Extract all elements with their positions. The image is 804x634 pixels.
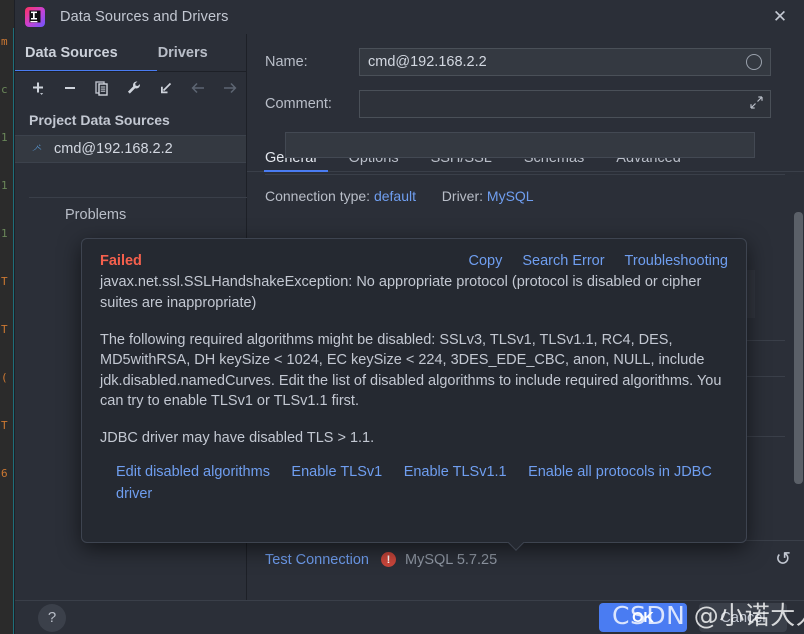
status-circle-icon (746, 54, 762, 70)
name-input-value: cmd@192.168.2.2 (368, 54, 487, 70)
close-icon[interactable]: ✕ (763, 4, 797, 30)
error-paragraph: JDBC driver may have disabled TLS > 1.1. (100, 430, 375, 446)
name-label: Name: (265, 54, 308, 70)
pane-tabs: Data Sources Drivers (15, 34, 247, 72)
tab-data-sources[interactable]: Data Sources (25, 45, 118, 61)
sidebar-item-cmd-datasource[interactable]: cmd@192.168.2.2 (15, 135, 246, 163)
import-button[interactable] (155, 77, 177, 99)
forward-button[interactable] (219, 77, 241, 99)
intellij-idea-logo-icon (24, 6, 46, 28)
sidebar-item-label: cmd@192.168.2.2 (54, 141, 173, 157)
search-error-link[interactable]: Search Error (522, 253, 604, 269)
enable-tlsv1-link[interactable]: Enable TLSv1 (291, 464, 382, 480)
duplicate-button[interactable] (91, 77, 113, 99)
test-connection-button[interactable]: Test Connection (265, 552, 369, 568)
tab-drivers[interactable]: Drivers (158, 45, 208, 61)
dialog-title: Data Sources and Drivers (60, 9, 229, 25)
edit-disabled-algorithms-link[interactable]: Edit disabled algorithms (116, 464, 270, 480)
section-title-project-data-sources: Project Data Sources (29, 112, 170, 128)
comment-input[interactable] (359, 90, 771, 118)
error-popup: Failed Copy Search Error Troubleshooting… (81, 238, 747, 551)
revert-icon[interactable]: ↺ (775, 548, 791, 571)
error-paragraph: The following required algorithms might … (100, 331, 722, 410)
problems-label: Problems (65, 207, 127, 223)
dialog-titlebar: Data Sources and Drivers ✕ (15, 0, 804, 34)
error-popup-header: Failed Copy Search Error Troubleshooting (100, 253, 728, 269)
cancel-button[interactable]: Cancel (699, 603, 787, 632)
error-popup-links: Copy Search Error Troubleshooting (468, 253, 728, 269)
help-button[interactable]: ? (38, 603, 66, 632)
expand-editor-icon[interactable] (750, 96, 763, 112)
data-sources-dialog: Data Sources and Drivers ✕ Data Sources … (14, 0, 804, 634)
comment-field-row: Comment: (247, 90, 804, 118)
driver-version-label: MySQL 5.7.25 (404, 551, 498, 568)
error-paragraph: javax.net.ssl.SSLHandshakeException: No … (100, 274, 702, 311)
screenshot-root: m c 1 1 1 T T ( T 6 , 3 1 (0, 0, 804, 634)
comment-label: Comment: (265, 96, 332, 112)
back-button[interactable] (187, 77, 209, 99)
name-input[interactable]: cmd@192.168.2.2 (359, 48, 771, 76)
error-popup-actions: Edit disabled algorithms Enable TLSv1 En… (100, 461, 728, 505)
problems-section: Problems (15, 197, 247, 223)
scrollbar-thumb[interactable] (794, 212, 803, 484)
dialog-bottom-bar: ? OK Cancel (15, 600, 804, 634)
popup-pointer (507, 542, 525, 551)
problems-separator (29, 197, 247, 198)
ok-button[interactable]: OK (599, 603, 687, 632)
remove-button[interactable] (59, 77, 81, 99)
name-field-row: Name: cmd@192.168.2.2 (247, 48, 804, 76)
data-sources-toolbar (15, 71, 246, 105)
error-badge-icon: ! (380, 552, 396, 567)
form-field-host (285, 132, 755, 158)
properties-wrench-icon[interactable] (123, 77, 145, 99)
tabs-separator (15, 71, 247, 72)
error-popup-body: javax.net.ssl.SSLHandshakeException: No … (100, 272, 728, 449)
form-divider-1 (265, 174, 785, 175)
copy-link[interactable]: Copy (468, 253, 502, 269)
settings-scrollbar[interactable] (794, 212, 803, 562)
enable-tlsv11-link[interactable]: Enable TLSv1.1 (404, 464, 507, 480)
add-button[interactable] (27, 77, 49, 99)
status-badge-failed: Failed (100, 253, 142, 269)
mysql-dolphin-icon (29, 139, 45, 160)
test-connection-bar: Test Connection ! MySQL 5.7.25 ↺ (247, 540, 804, 578)
troubleshooting-link[interactable]: Troubleshooting (625, 253, 728, 269)
